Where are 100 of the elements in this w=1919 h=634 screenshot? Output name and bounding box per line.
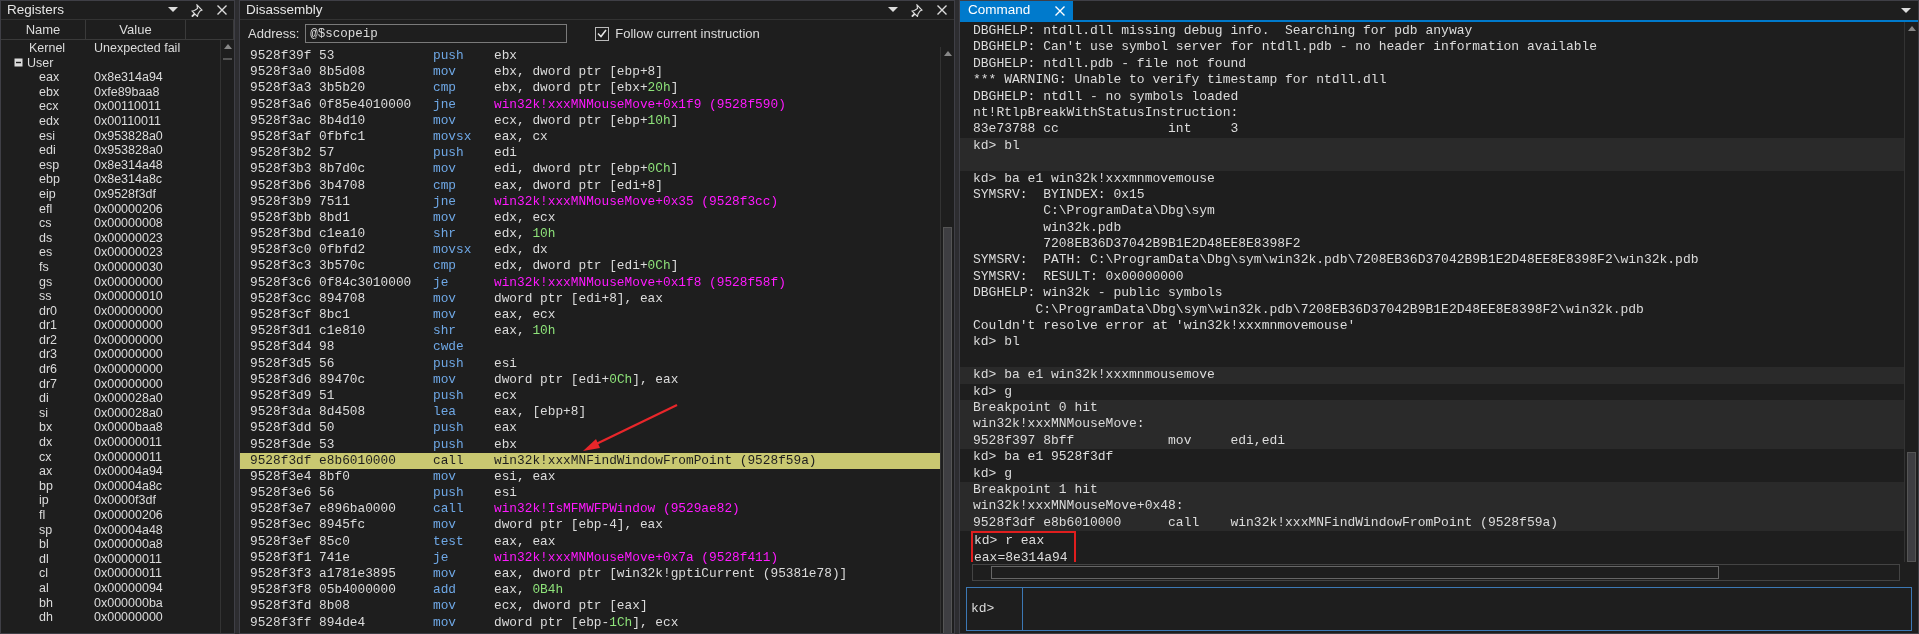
register-value: 0x00000094 <box>94 580 164 596</box>
instruction-row[interactable]: 9528f3e4 8bf0 mov esi, eax <box>240 468 940 486</box>
close-icon[interactable] <box>936 4 948 16</box>
instruction-row[interactable]: 9528f3ac 8b4d10 mov ecx, dword ptr [ebp+10h] <box>240 112 940 129</box>
register-value: 0x00000011 <box>94 449 163 465</box>
register-name: bp <box>39 478 53 494</box>
register-name: bh <box>39 595 53 611</box>
vertical-scrollbar[interactable] <box>1904 22 1918 562</box>
instruction-row[interactable]: 9528f3d1 c1e810 shr eax, 10h <box>240 323 940 340</box>
output-line: eax=8e314a94 <box>973 549 1068 562</box>
register-name: cx <box>39 449 52 465</box>
register-name: ss <box>39 289 52 304</box>
register-value: 0x00000000 <box>94 362 164 377</box>
register-name: ds <box>39 230 53 246</box>
instruction-row[interactable]: 9528f3d9 51 push ecx <box>240 387 940 405</box>
instruction-row[interactable]: 9528f3b6 3b4708 cmp eax, dword ptr [edi+8] <box>240 177 940 194</box>
register-value: 0x8e314a48 <box>94 157 164 173</box>
scrollbar-thumb[interactable] <box>223 58 232 60</box>
horizontal-scrollbar[interactable] <box>972 564 1900 581</box>
instruction-row[interactable]: 9528f3f1 741e je win32k!xxxMNMouseMove+0x7a (9528f411) <box>240 549 940 566</box>
output-line: kd> g <box>972 383 1013 400</box>
instruction-row[interactable]: 9528f3d5 56 push esi <box>240 355 940 372</box>
instruction-row[interactable]: 9528f3e7 e896ba0000 call win32k!IsMFMWFPWindow (9529ae82) <box>240 501 940 518</box>
instruction-row[interactable]: 9528f3a3 3b5b20 cmp ebx, dword ptr [ebx+20h] <box>240 80 940 97</box>
instruction-row[interactable]: 9528f3dd 50 push eax <box>240 420 940 437</box>
register-name: dl <box>39 551 49 567</box>
instruction-row[interactable]: 9528f3da 8d4508 lea eax, [ebp+8] <box>240 404 940 421</box>
register-value: 0x00000030 <box>94 259 164 275</box>
output-line: nt!RtlpBreakWithStatusInstruction: <box>972 104 1240 122</box>
scroll-up-icon[interactable] <box>942 49 953 57</box>
output-line: kd> ba e1 9528f3df <box>972 449 1115 466</box>
output-line: DBGHELP: ntdll.dll missing debug info. Searching for pdb anyway <box>972 23 1474 40</box>
instruction-row[interactable]: 9528f3cf 8bc1 mov eax, ecx <box>240 307 940 324</box>
vertical-scrollbar[interactable] <box>220 40 234 633</box>
register-name: dx <box>39 435 53 450</box>
register-name: eax <box>39 70 60 85</box>
address-field[interactable]: @$scopeip <box>305 24 568 43</box>
register-value: 0x00004a94 <box>94 464 164 479</box>
scrollbar-thumb[interactable] <box>991 566 1719 579</box>
register-value: 0x953828a0 <box>94 128 164 144</box>
follow-checkbox[interactable] <box>595 26 610 41</box>
register-value: 0x00000011 <box>94 566 163 581</box>
instruction-row[interactable]: 9528f3f8 05b4000000 add eax, 0B4h <box>240 582 940 599</box>
close-icon[interactable] <box>216 4 228 16</box>
register-name: efl <box>39 201 53 217</box>
register-value: 0x00000206 <box>94 508 164 523</box>
register-value: 0x00000000 <box>94 376 164 392</box>
register-group[interactable]: User <box>27 55 54 71</box>
column-header[interactable]: Name <box>1 20 86 40</box>
checkmark-icon <box>597 29 608 38</box>
register-value: 0x00000023 <box>94 245 164 260</box>
instruction-row[interactable]: 9528f3a6 0f85e4010000 jne win32k!xxxMNMouseMove+0x1f9 (9528f590) <box>240 96 940 113</box>
register-name: dr1 <box>39 318 58 333</box>
instruction-row[interactable]: 9528f3ef 85c0 test eax, eax <box>240 533 940 550</box>
pin-icon[interactable] <box>191 3 204 17</box>
output-line: kd> g <box>972 465 1013 482</box>
instruction-row[interactable]: 9528f3bd c1ea10 shr edx, 10h <box>240 226 940 243</box>
register-value: 0x000000ba <box>94 595 164 611</box>
instruction-row[interactable]: 9528f3b3 8b7d0c mov edi, dword ptr [ebp+0Ch] <box>240 161 940 178</box>
instruction-row[interactable]: 9528f3d6 89470c mov dword ptr [edi+0Ch], eax <box>240 371 940 388</box>
scroll-up-icon[interactable] <box>222 42 233 50</box>
output-line: SYMSRV: PATH: C:\ProgramData\Dbg\sym\win32k.pdb\7208EB36D37042B9B1E2D48EE8E8398F2\win32k.pdb <box>972 252 1700 269</box>
output-line: C:\ProgramData\Dbg\sym\win32k.pdb\7208EB36D37042B9B1E2D48EE8E8398F2\win32k.pdb <box>1034 301 1645 319</box>
register-name: dr2 <box>39 332 58 348</box>
register-value: 0x000000a8 <box>94 537 164 552</box>
instruction-row[interactable]: 9528f3b2 57 push edi <box>240 145 940 162</box>
register-value: 0x00000000 <box>94 347 164 363</box>
output-line: 7208EB36D37042B9B1E2D48EE8E8398F2 <box>1042 236 1302 253</box>
instruction-row[interactable]: 9528f39f 53 push ebx <box>240 48 940 65</box>
instruction-row[interactable]: 9528f3de 53 push ebx <box>240 436 940 453</box>
instruction-row[interactable]: 9528f3c0 0fbfd2 movsx edx, dx <box>240 242 940 259</box>
instruction-row[interactable]: 9528f3ff 894de4 mov dword ptr [ebp-1Ch], ecx <box>240 614 940 631</box>
register-value: 0x00000000 <box>94 318 164 333</box>
scrollbar-thumb[interactable] <box>943 227 952 633</box>
instruction-row[interactable]: 9528f3cc 894708 mov dword ptr [edi+8], eax <box>240 290 940 307</box>
register-value: 0x00000011 <box>94 435 163 450</box>
vertical-scrollbar[interactable] <box>940 47 954 633</box>
instruction-row[interactable]: 9528f3a0 8b5d08 mov ebx, dword ptr [ebp+8] <box>240 64 940 81</box>
instruction-row[interactable]: 9528f3f3 a1781e3895 mov eax, dword ptr [win32k!gptiCurrent (95381e78)] <box>240 566 940 583</box>
instruction-row[interactable]: 9528f3d4 98 cwde <box>240 339 940 356</box>
instruction-row[interactable]: 9528f3b9 7511 jne win32k!xxxMNMouseMove+0x35 (9528f3cc) <box>240 193 940 210</box>
instruction-row[interactable]: 9528f3c6 0f84c3010000 je win32k!xxxMNMouseMove+0x1f8 (9528f58f) <box>240 274 940 291</box>
instruction-row[interactable]: 9528f3af 0fbfc1 movsx eax, cx <box>240 128 940 146</box>
output-line: win32k.pdb <box>1042 219 1123 237</box>
instruction-row[interactable]: 9528f3c3 3b570c cmp edx, dword ptr [edi+0Ch] <box>240 258 940 275</box>
column-header[interactable]: Value <box>86 20 186 40</box>
collapse-icon[interactable] <box>14 58 23 68</box>
instruction-row[interactable]: 9528f3bb 8bd1 mov edx, ecx <box>240 209 940 227</box>
instruction-row[interactable]: 9528f3ec 8945fc mov dword ptr [ebp-4], eax <box>240 517 940 534</box>
register-name: edi <box>39 143 56 158</box>
output-line: DBGHELP: win32k - public symbols <box>972 285 1224 302</box>
register-name: eip <box>39 186 56 202</box>
scrollbar-thumb[interactable] <box>1907 452 1916 562</box>
scroll-up-icon[interactable] <box>1906 24 1917 32</box>
instruction-row[interactable]: 9528f3fd 8b08 mov ecx, dword ptr [eax] <box>240 598 940 615</box>
output-line: DBGHELP: Can't use symbol server for ntdll.pdb - no header information available <box>972 39 1599 56</box>
pin-icon[interactable] <box>911 3 924 17</box>
instruction-row[interactable]: 9528f3e6 56 push esi <box>240 485 940 502</box>
register-value: 0x00110011 <box>94 99 162 114</box>
register-value: 0x00000023 <box>94 230 164 246</box>
